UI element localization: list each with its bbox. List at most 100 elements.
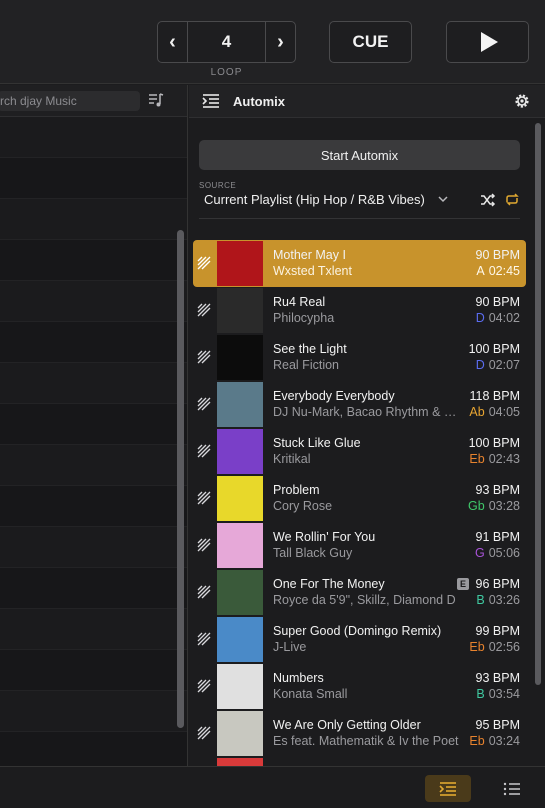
track-row[interactable] — [193, 757, 526, 766]
track-key: Ab — [469, 405, 485, 419]
album-art — [217, 288, 263, 333]
library-row[interactable] — [0, 527, 187, 568]
library-row[interactable] — [0, 404, 187, 445]
library-row[interactable] — [0, 732, 187, 766]
track-row[interactable]: Problem Cory Rose 93 BPM Gb 03:28 — [193, 475, 526, 522]
track-key-duration: D 04:02 — [476, 311, 520, 325]
track-row[interactable]: We Are Only Getting Older Es feat. Mathem… — [193, 710, 526, 757]
track-row[interactable]: Mother May I Wxsted Txlent 90 BPM A 02:45 — [193, 240, 526, 287]
track-key-duration: Eb 02:56 — [469, 640, 520, 654]
track-row[interactable]: See the Light Real Fiction 100 BPM D 02:07 — [193, 334, 526, 381]
track-title: Ru4 Real — [273, 295, 326, 309]
explicit-badge: E — [457, 578, 469, 590]
album-art — [217, 570, 263, 615]
chevron-down-icon[interactable] — [438, 195, 448, 203]
library-row[interactable] — [0, 240, 187, 281]
automix-header: Automix — [189, 85, 545, 118]
library-row[interactable] — [0, 199, 187, 240]
automix-flag-icon[interactable] — [197, 491, 211, 505]
loop-decrease-button[interactable]: ‹ — [158, 22, 188, 62]
automix-flag-icon[interactable] — [197, 397, 211, 411]
track-key: Eb — [469, 734, 485, 748]
automix-flag-icon[interactable] — [197, 444, 211, 458]
play-button[interactable] — [446, 21, 529, 63]
library-row[interactable] — [0, 691, 187, 732]
loop-increase-button[interactable]: › — [265, 22, 295, 62]
track-duration: 02:43 — [488, 452, 520, 466]
automix-flag-icon[interactable] — [197, 256, 211, 270]
list-view-button[interactable] — [497, 775, 527, 802]
track-row[interactable]: Numbers Konata Small 93 BPM B 03:54 — [193, 663, 526, 710]
track-duration: 03:26 — [488, 593, 520, 607]
album-art — [217, 429, 263, 474]
track-duration: 05:06 — [488, 546, 520, 560]
library-row[interactable] — [0, 609, 187, 650]
search-input[interactable]: rch djay Music — [0, 91, 140, 111]
automix-flag-icon[interactable] — [197, 538, 211, 552]
track-duration: 02:45 — [488, 264, 520, 278]
music-note-list-icon[interactable] — [148, 92, 164, 108]
loop-length-value[interactable]: 4 — [188, 22, 265, 62]
bottom-toolbar — [0, 766, 545, 808]
track-duration: 03:24 — [488, 734, 520, 748]
track-duration: 03:28 — [488, 499, 520, 513]
automix-view-button[interactable] — [425, 775, 471, 802]
track-row[interactable]: Stuck Like Glue Kritikal 100 BPM Eb 02:43 — [193, 428, 526, 475]
repeat-icon[interactable] — [504, 193, 520, 207]
automix-flag-icon[interactable] — [197, 585, 211, 599]
album-art — [217, 523, 263, 568]
automix-queue: Mother May I Wxsted Txlent 90 BPM A 02:45 Ru4… — [193, 240, 526, 766]
library-row[interactable] — [0, 117, 187, 158]
library-row[interactable] — [0, 322, 187, 363]
automix-icon — [439, 781, 456, 796]
library-row[interactable] — [0, 445, 187, 486]
track-key-duration: D 02:07 — [476, 358, 520, 372]
track-key: Eb — [469, 640, 485, 654]
track-artist: Real Fiction — [273, 358, 339, 372]
cue-button[interactable]: CUE — [329, 21, 412, 63]
track-key: A — [476, 264, 485, 278]
track-artist: DJ Nu-Mark, Bacao Rhythm & Steel Band — [273, 405, 459, 419]
track-key: G — [474, 546, 485, 560]
automix-flag-icon[interactable] — [197, 303, 211, 317]
album-art — [217, 241, 263, 286]
divider — [199, 218, 520, 219]
library-row[interactable] — [0, 363, 187, 404]
automix-flag-icon[interactable] — [197, 726, 211, 740]
album-art — [217, 664, 263, 709]
track-title: One For The Money — [273, 577, 385, 591]
automix-flag-icon[interactable] — [197, 632, 211, 646]
library-row[interactable] — [0, 486, 187, 527]
start-automix-button[interactable]: Start Automix — [199, 140, 520, 170]
track-key: Eb — [469, 452, 485, 466]
automix-scrollbar[interactable] — [535, 123, 541, 685]
track-row[interactable]: Everybody Everybody DJ Nu-Mark, Bacao Rhy… — [193, 381, 526, 428]
track-key-duration: G 05:06 — [475, 546, 520, 560]
track-artist: Tall Black Guy — [273, 546, 353, 560]
library-row[interactable] — [0, 158, 187, 199]
library-scrollbar[interactable] — [177, 230, 184, 728]
track-key: Gb — [468, 499, 485, 513]
gear-icon[interactable] — [513, 92, 531, 110]
track-artist: Philocypha — [273, 311, 335, 325]
album-art — [217, 617, 263, 662]
automix-flag-icon[interactable] — [197, 679, 211, 693]
track-bpm: 90 BPM — [475, 295, 520, 309]
automix-panel: Automix Start Automix SOURCE Current Pla… — [189, 85, 545, 766]
track-key: D — [475, 311, 485, 325]
source-select[interactable]: Current Playlist (Hip Hop / R&B Vibes) — [204, 192, 425, 207]
library-row[interactable] — [0, 650, 187, 691]
library-row[interactable] — [0, 568, 187, 609]
list-icon — [503, 782, 520, 795]
automix-flag-icon[interactable] — [197, 350, 211, 364]
track-duration: 04:02 — [488, 311, 520, 325]
shuffle-icon[interactable] — [480, 193, 496, 207]
track-row[interactable]: We Rollin' For You Tall Black Guy 91 BPM G 0… — [193, 522, 526, 569]
transport-bar: ‹ 4 › LOOP CUE — [0, 0, 545, 84]
track-key-duration: B 03:54 — [476, 687, 520, 701]
library-row[interactable] — [0, 281, 187, 322]
track-key-duration: Eb 03:24 — [469, 734, 520, 748]
track-row[interactable]: Ru4 Real Philocypha 90 BPM D 04:02 — [193, 287, 526, 334]
track-row[interactable]: Super Good (Domingo Remix) J-Live 99 BPM Eb… — [193, 616, 526, 663]
track-row[interactable]: One For The Money Royce da 5'9", Skillz, … — [193, 569, 526, 616]
